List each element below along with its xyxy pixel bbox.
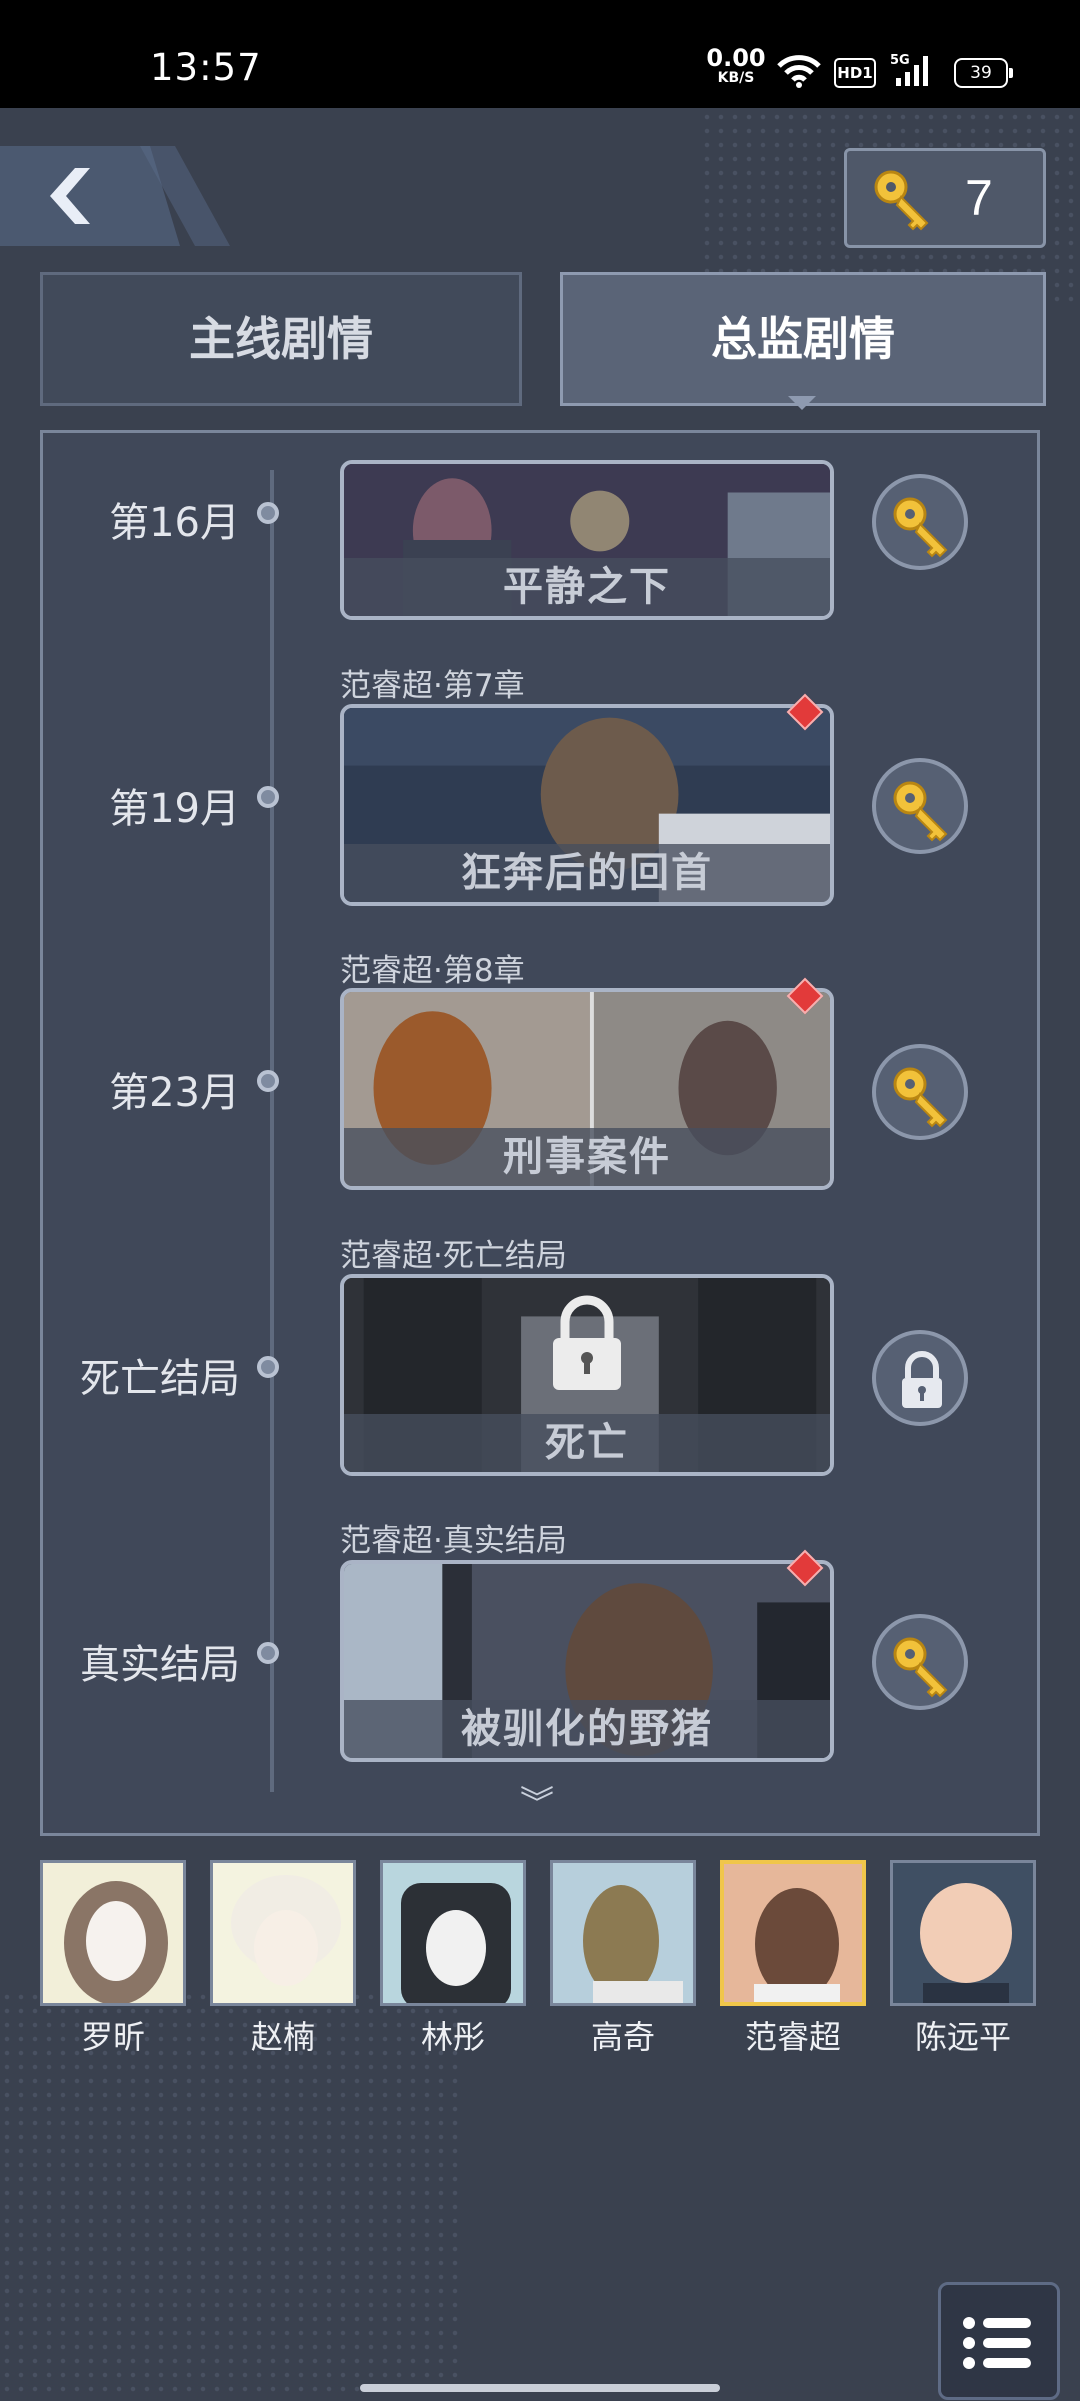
character-name: 赵楠: [250, 2018, 315, 2056]
story-card[interactable]: 刑事案件: [340, 988, 834, 1190]
timeline-dot: [257, 786, 279, 808]
battery-indicator: 39: [954, 58, 1013, 88]
scroll-more-indicator[interactable]: ︾: [520, 1776, 554, 1825]
chevron-left-icon: [0, 146, 230, 246]
character-lintong[interactable]: 林彤: [380, 1860, 526, 2058]
story-card-subtitle: 范睿超·第7章: [340, 668, 525, 704]
key-icon: [893, 1637, 948, 1698]
character-name: 林彤: [420, 2018, 485, 2056]
timeline-dot: [257, 1356, 279, 1378]
key-count: 7: [965, 170, 993, 226]
timeline-month-label: 第19月: [109, 786, 240, 832]
signal-label: 5G: [890, 53, 910, 68]
story-card-locked[interactable]: 死亡: [340, 1274, 834, 1476]
timeline-month-label: 死亡结局: [80, 1356, 240, 1402]
story-card-subtitle: 范睿超·真实结局: [340, 1523, 567, 1559]
story-card-title: 被驯化的野猪: [344, 1700, 830, 1758]
timeline-dot: [257, 1070, 279, 1092]
character-chenyuanping[interactable]: 陈远平: [890, 1860, 1036, 2058]
story-card-title: 死亡: [344, 1414, 830, 1472]
cellular-signal-icon: 5G: [890, 53, 928, 86]
timeline-dot: [257, 1642, 279, 1664]
story-card-title: 狂奔后的回首: [344, 844, 830, 902]
network-speed: 0.00 KB/S: [706, 44, 766, 88]
hd-voice-badge: HD1: [834, 58, 876, 88]
character-name: 高奇: [590, 2018, 655, 2056]
avatar: [550, 1860, 696, 2006]
character-zhaonan[interactable]: 赵楠: [210, 1860, 356, 2058]
unlock-key-button[interactable]: [872, 474, 968, 570]
tab-main-story[interactable]: 主线剧情: [40, 272, 522, 406]
avatar: [210, 1860, 356, 2006]
key-icon: [893, 497, 948, 558]
story-card-title: 刑事案件: [344, 1128, 830, 1186]
character-name: 罗昕: [80, 2018, 145, 2056]
home-indicator[interactable]: [360, 2384, 720, 2392]
timeline-month-label: 真实结局: [80, 1642, 240, 1688]
avatar: [40, 1860, 186, 2006]
locked-button[interactable]: [872, 1330, 968, 1426]
list-menu-icon: [963, 2317, 1031, 2369]
key-icon: [893, 781, 948, 842]
story-card-title: 平静之下: [344, 558, 830, 616]
story-card[interactable]: 被驯化的野猪: [340, 1560, 834, 1762]
unlock-key-button[interactable]: [872, 758, 968, 854]
story-card[interactable]: 狂奔后的回首: [340, 704, 834, 906]
story-card-subtitle: 范睿超·第8章: [340, 953, 525, 989]
character-name: 范睿超: [744, 2018, 841, 2056]
story-card[interactable]: 平静之下: [340, 460, 834, 620]
lock-icon: [553, 1295, 621, 1390]
key-icon: [874, 170, 929, 231]
unlock-key-button[interactable]: [872, 1614, 968, 1710]
lock-icon: [902, 1351, 942, 1408]
avatar: [720, 1860, 866, 2006]
character-fanruichao[interactable]: 范睿超: [720, 1860, 866, 2058]
character-luoxin[interactable]: 罗昕: [40, 1860, 186, 2058]
avatar: [890, 1860, 1036, 2006]
key-count-display: 7: [844, 148, 1046, 248]
active-tab-pointer: [788, 396, 816, 410]
character-name: 陈远平: [914, 2018, 1011, 2056]
back-button[interactable]: [0, 146, 240, 246]
network-speed-value: 0.00: [706, 44, 766, 72]
status-time: 13:57: [150, 46, 262, 89]
timeline-month-label: 第23月: [109, 1070, 240, 1116]
tab-supervisor-story[interactable]: 总监剧情: [560, 272, 1046, 406]
wifi-icon: [777, 55, 821, 88]
status-bar: 13:57 0.00 KB/S HD1 5G 39: [0, 0, 1080, 108]
timeline-month-label: 第16月: [109, 500, 240, 546]
story-card-subtitle: 范睿超·死亡结局: [340, 1238, 567, 1274]
menu-button[interactable]: [938, 2282, 1060, 2400]
unlock-key-button[interactable]: [872, 1044, 968, 1140]
timeline-line: [270, 470, 274, 1792]
key-icon: [893, 1067, 948, 1128]
character-gaoqi[interactable]: 高奇: [550, 1860, 696, 2058]
avatar: [380, 1860, 526, 2006]
timeline-dot: [257, 502, 279, 524]
